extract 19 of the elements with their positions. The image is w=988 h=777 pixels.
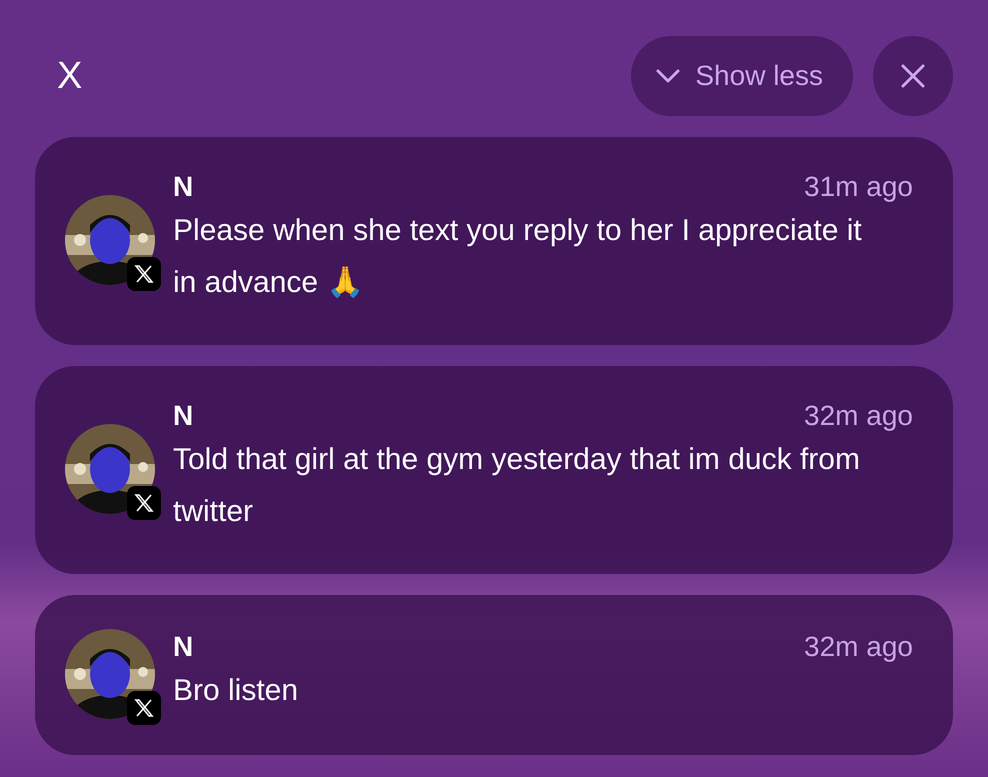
show-less-button[interactable]: Show less: [631, 36, 853, 116]
close-icon: [900, 63, 926, 89]
notification-card[interactable]: N 32m ago Told that girl at the gym yesterday that im duck from twitter: [35, 366, 953, 574]
sender-name: N: [173, 400, 194, 432]
sender-name: N: [173, 631, 194, 663]
x-logo-icon: [127, 691, 161, 725]
x-logo-icon: [127, 257, 161, 291]
message-text: Bro listen: [173, 673, 300, 709]
chevron-icon: [655, 68, 682, 84]
message-text: Told that girl at the gym yesterday that im duck from twitter: [173, 442, 861, 530]
timestamp: 32m ago: [804, 631, 913, 663]
timestamp: 31m ago: [804, 171, 913, 203]
app-title: X: [56, 54, 84, 98]
timestamp: 32m ago: [804, 400, 913, 432]
notification-card[interactable]: N 32m ago Bro listen: [35, 595, 953, 755]
notification-card[interactable]: N 31m ago Please when she text you reply to her I appreciate it in advance 🙏: [35, 137, 953, 345]
x-logo-icon: [127, 486, 161, 520]
message-text: Please when she text you reply to her I appreciate it in advance 🙏: [173, 213, 863, 301]
sender-name: N: [173, 171, 194, 203]
